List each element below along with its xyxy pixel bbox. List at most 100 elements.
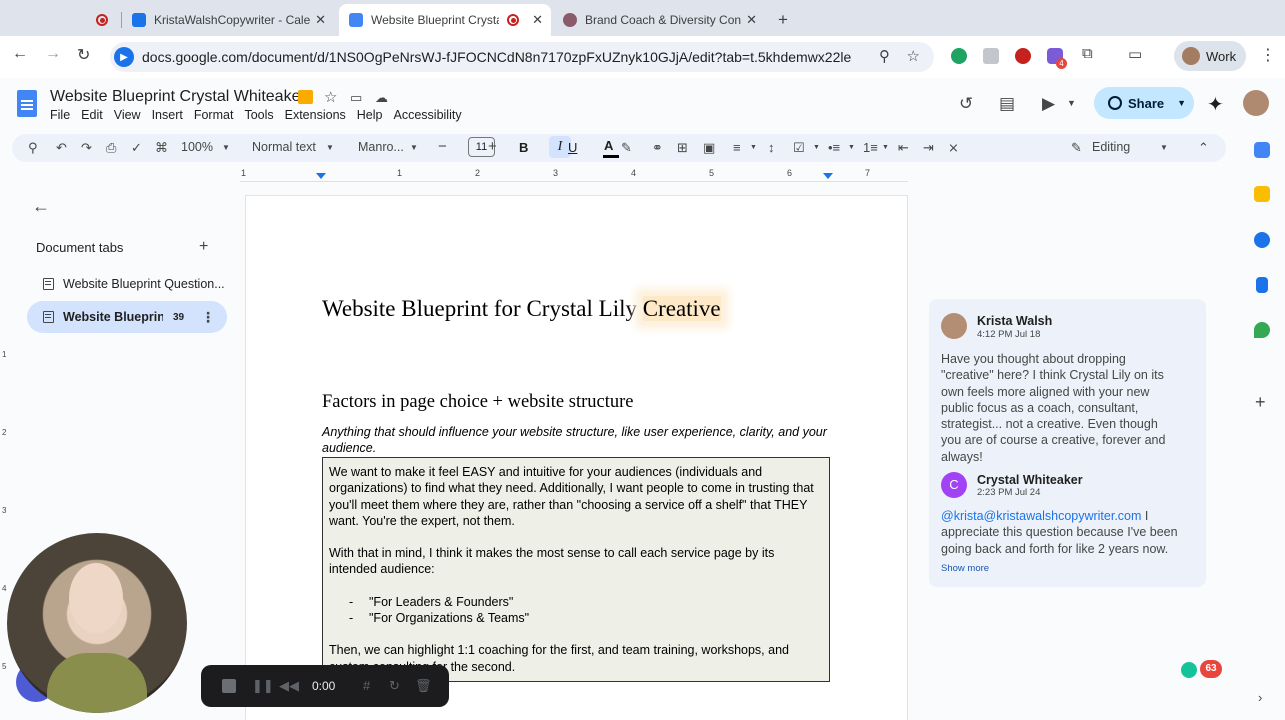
highlight-color-icon[interactable]: ✎ — [621, 140, 632, 156]
menu-edit[interactable]: Edit — [81, 108, 103, 122]
decrease-indent-icon[interactable]: ⇤ — [898, 140, 909, 156]
more-options-icon[interactable]: ⋮ — [201, 309, 215, 326]
style-select[interactable]: Normal text — [252, 140, 316, 154]
grammarly-count-badge[interactable]: 63 — [1200, 660, 1222, 678]
print-icon[interactable]: ⎙ — [106, 140, 116, 156]
comments-icon[interactable]: ▤ — [999, 94, 1015, 114]
align-icon[interactable]: ≡ — [733, 140, 741, 155]
chevron-down-icon[interactable]: ▼ — [882, 144, 889, 151]
clear-formatting-icon[interactable]: ⨯ — [948, 140, 959, 156]
chevron-down-icon[interactable]: ▼ — [1160, 143, 1168, 152]
chevron-down-icon[interactable]: ▼ — [410, 143, 418, 152]
increase-indent-icon[interactable]: ⇥ — [923, 140, 934, 156]
draw-icon[interactable]: # — [363, 678, 370, 693]
meet-icon[interactable]: ▶ — [1042, 94, 1055, 114]
browser-menu-icon[interactable]: ⋮ — [1260, 45, 1276, 65]
stop-icon[interactable] — [222, 679, 236, 693]
maps-icon[interactable] — [1254, 322, 1270, 338]
document-title[interactable]: Website Blueprint Crystal Whiteaker — [50, 88, 306, 106]
comment-thread[interactable]: Krista Walsh 4:12 PM Jul 18 Have you tho… — [929, 299, 1206, 587]
section-intro[interactable]: Anything that should influence your webs… — [322, 424, 832, 456]
font-select[interactable]: Manro... — [358, 140, 404, 154]
increase-font-size-icon[interactable]: + — [488, 138, 497, 155]
tomato-extension-icon[interactable] — [1015, 48, 1031, 64]
undo-icon[interactable]: ↶ — [56, 140, 67, 156]
spellcheck-icon[interactable]: ✓ — [131, 140, 142, 156]
reload-icon[interactable]: ↻ — [77, 45, 90, 65]
rewind-icon[interactable]: ◀◀ — [279, 678, 299, 694]
close-outline-icon[interactable]: ← — [32, 196, 50, 217]
section-heading[interactable]: Factors in page choice + website structu… — [322, 392, 633, 413]
calendar-icon[interactable] — [1254, 142, 1270, 158]
underline-button[interactable]: U — [568, 140, 577, 155]
collapse-menus-icon[interactable]: ⌃ — [1198, 140, 1209, 156]
browser-tab-calendar[interactable]: KristaWalshCopywriter - Cale ✕ — [122, 4, 334, 36]
answer-table-cell[interactable]: We want to make it feel EASY and intuiti… — [322, 457, 830, 682]
bookmark-star-icon[interactable]: ☆ — [907, 47, 920, 65]
horizontal-ruler[interactable]: 1 1 2 3 4 5 6 7 — [240, 168, 908, 182]
grammarly-extension-icon[interactable] — [951, 48, 967, 64]
menu-tools[interactable]: Tools — [244, 108, 273, 122]
profile-button[interactable]: Work — [1174, 41, 1246, 71]
tab-search-icon[interactable]: ▭ — [1128, 45, 1142, 63]
menu-insert[interactable]: Insert — [152, 108, 183, 122]
add-addon-icon[interactable]: + — [1255, 392, 1266, 413]
commented-text-highlight[interactable]: Creative — [642, 296, 721, 321]
chevron-down-icon[interactable]: ▼ — [750, 144, 757, 151]
zoom-search-icon[interactable]: ⚲ — [879, 47, 890, 65]
browser-tab-docs[interactable]: Website Blueprint Crystal ✕ — [339, 4, 551, 36]
tasks-icon[interactable] — [1254, 232, 1270, 248]
restart-icon[interactable]: ↻ — [389, 678, 400, 694]
menu-help[interactable]: Help — [357, 108, 383, 122]
menu-accessibility[interactable]: Accessibility — [394, 108, 462, 122]
url-field[interactable]: ▶ docs.google.com/document/d/1NS0OgPeNrs… — [110, 42, 934, 72]
forward-icon[interactable]: → — [45, 45, 61, 63]
keep-icon[interactable] — [1254, 186, 1270, 202]
menu-file[interactable]: File — [50, 108, 70, 122]
close-tab-icon[interactable]: ✕ — [315, 12, 326, 28]
zoom-select[interactable]: 100% — [181, 140, 213, 154]
new-tab-button[interactable]: + — [768, 4, 798, 36]
chevron-down-icon[interactable]: ▼ — [848, 144, 855, 151]
show-more-link[interactable]: Show more — [941, 563, 989, 574]
menu-format[interactable]: Format — [194, 108, 234, 122]
site-info-icon[interactable]: ▶ — [114, 47, 134, 67]
chevron-right-icon[interactable]: › — [1258, 690, 1262, 705]
mention-link[interactable]: @krista@kristawalshcopywriter.com — [941, 509, 1141, 523]
chevron-down-icon[interactable]: ▼ — [222, 143, 230, 152]
paint-format-icon[interactable]: ⌘ — [155, 140, 168, 156]
redo-icon[interactable]: ↷ — [81, 140, 92, 156]
editing-mode-select[interactable]: Editing — [1092, 140, 1130, 154]
left-indent-marker[interactable] — [316, 173, 326, 179]
add-comment-icon[interactable]: ⊞ — [677, 140, 688, 156]
docs-logo-icon[interactable] — [17, 90, 37, 117]
camera-extension-icon[interactable] — [983, 48, 999, 64]
chevron-down-icon[interactable]: ▼ — [813, 144, 820, 151]
search-menus-icon[interactable]: ⚲ — [28, 140, 38, 156]
bulleted-list-icon[interactable]: •≡ — [828, 140, 840, 155]
version-history-icon[interactable]: ↺ — [959, 94, 973, 114]
sidebar-item-questionnaire[interactable]: Website Blueprint Question... — [27, 268, 227, 300]
add-tab-button[interactable]: + — [199, 238, 208, 256]
chevron-down-icon[interactable]: ▼ — [1067, 98, 1076, 108]
insert-link-icon[interactable]: ⚭ — [652, 140, 663, 156]
bold-button[interactable]: B — [519, 140, 528, 155]
grammarly-icon[interactable] — [1181, 662, 1197, 678]
share-button[interactable]: Share ▼ — [1094, 87, 1194, 119]
gemini-icon[interactable]: ✦ — [1207, 92, 1224, 117]
browser-tab-brand-coach[interactable]: Brand Coach & Diversity Con ✕ — [553, 4, 765, 36]
decrease-font-size-icon[interactable]: − — [438, 138, 447, 155]
chevron-down-icon[interactable]: ▼ — [326, 143, 334, 152]
insert-image-icon[interactable]: ▣ — [703, 140, 715, 156]
contacts-icon[interactable] — [1256, 277, 1268, 293]
line-spacing-icon[interactable]: ↕ — [768, 140, 775, 155]
numbered-list-icon[interactable]: 1≡ — [863, 140, 878, 155]
trash-icon[interactable]: 🗑 — [415, 678, 432, 694]
move-folder-icon[interactable]: ▭ — [350, 90, 362, 106]
right-indent-marker[interactable] — [823, 173, 833, 179]
extensions-puzzle-icon[interactable]: ⧉ — [1082, 45, 1093, 62]
folder-shortcut-icon[interactable] — [298, 90, 313, 104]
avatar[interactable] — [1243, 90, 1269, 116]
menu-extensions[interactable]: Extensions — [285, 108, 346, 122]
close-tab-icon[interactable]: ✕ — [746, 12, 757, 28]
